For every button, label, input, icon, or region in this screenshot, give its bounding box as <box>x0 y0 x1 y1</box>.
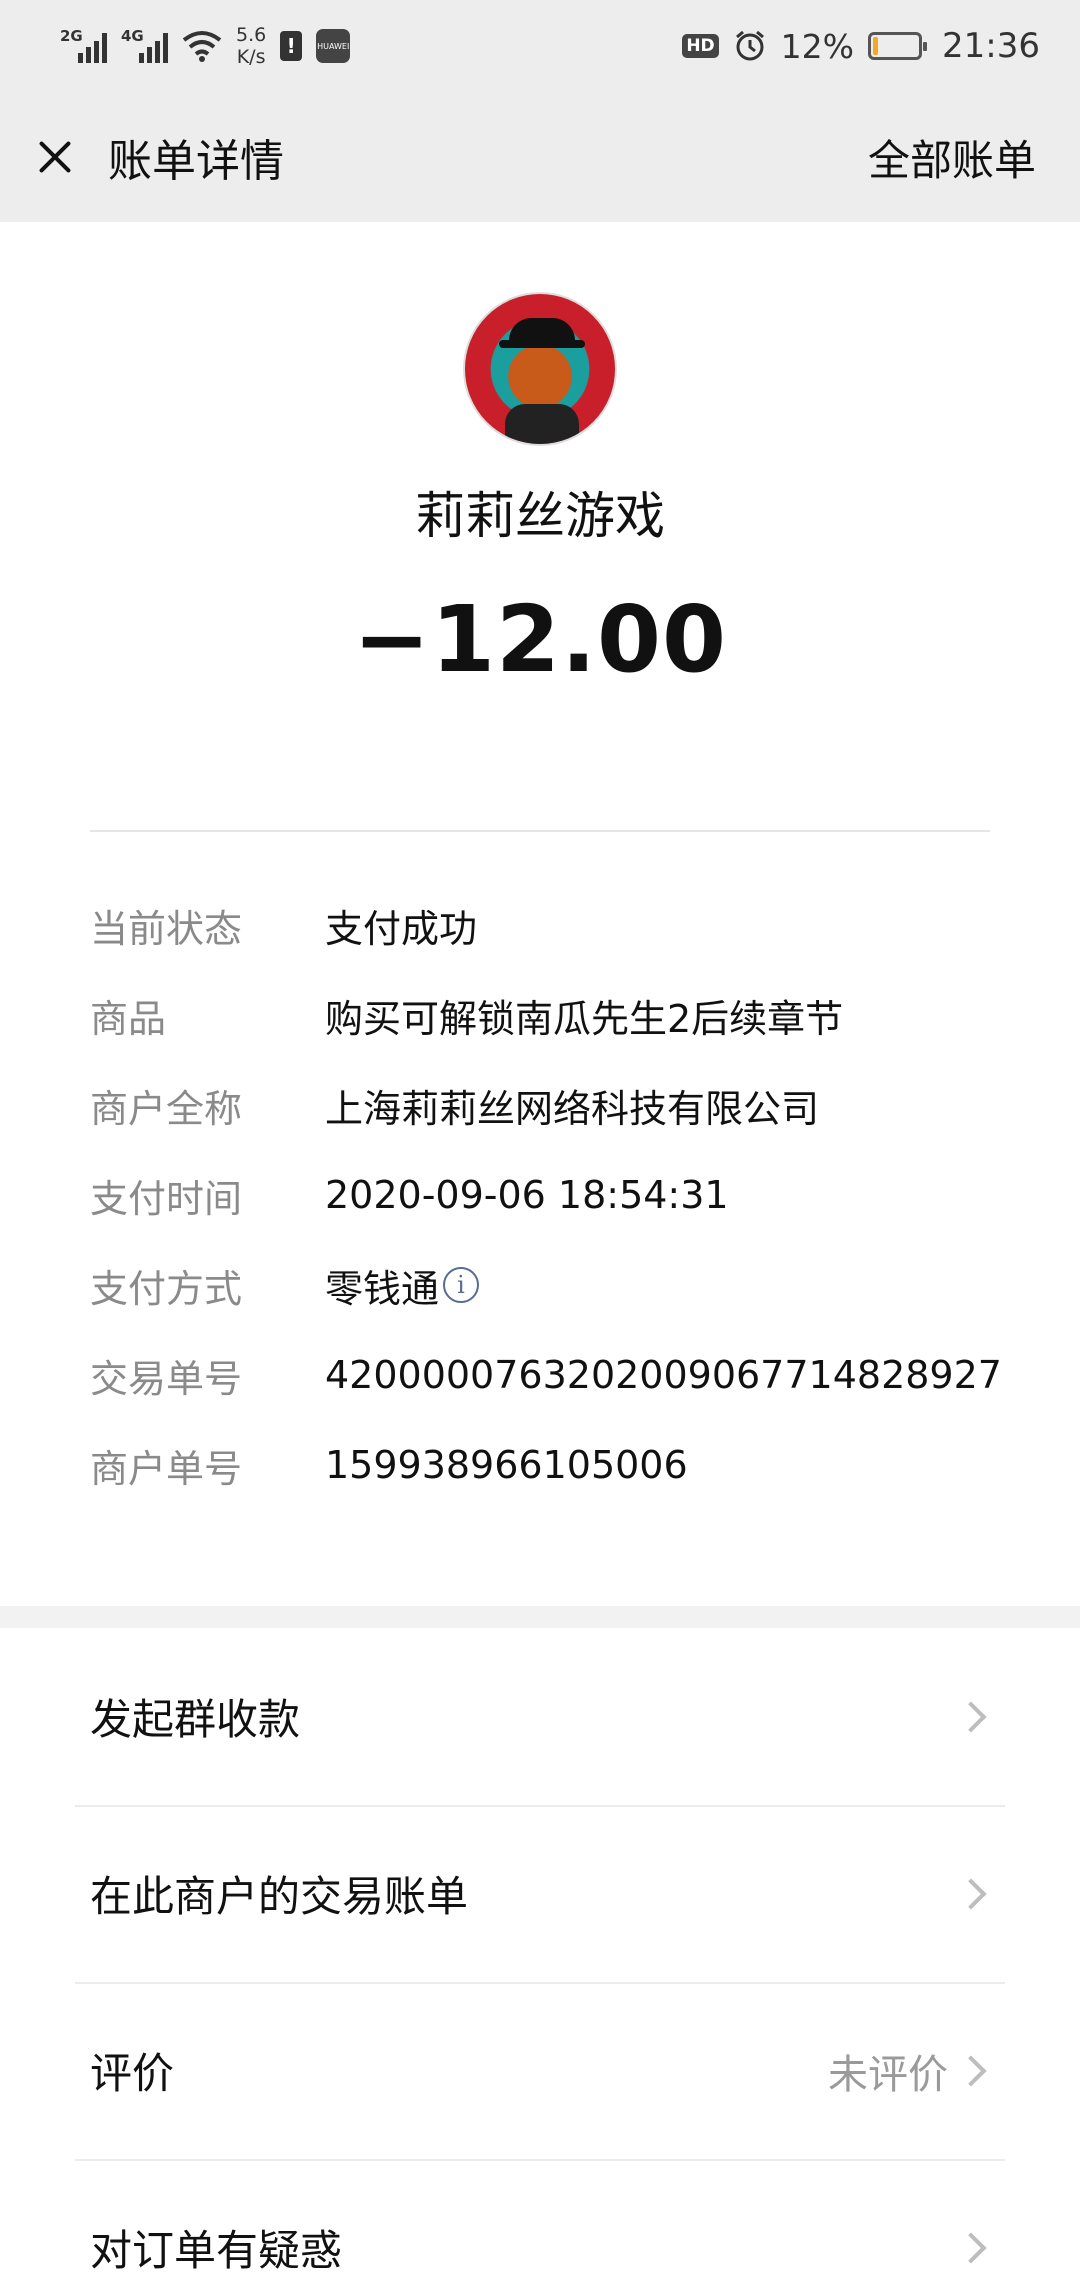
detail-value: 159938966105006 <box>325 1443 688 1487</box>
signal-2g-icon: 2G <box>60 27 107 63</box>
menu-item-right: 未评价 <box>828 2042 990 2100</box>
notification-alert-glyph: ! <box>286 34 296 58</box>
menu-item-label: 发起群收款 <box>90 1695 301 1744</box>
detail-row-payment-method: 支付方式 零钱通 i <box>90 1240 1010 1330</box>
nav-left: 账单详情 <box>30 125 284 189</box>
section-gap <box>0 1606 1080 1628</box>
detail-row-transaction-id: 交易单号 4200000763202009067714828927 <box>90 1330 1010 1420</box>
signal-4g-icon: 4G <box>121 27 168 63</box>
review-status: 未评价 <box>828 2051 948 2098</box>
wifi-icon <box>182 31 222 62</box>
network-type-label: 2G <box>60 27 83 45</box>
menu-item-label: 评价 <box>90 2049 175 2098</box>
network-type-label: 4G <box>121 27 144 45</box>
huawei-app-label: HUAWEI <box>317 41 350 51</box>
battery-level-fill <box>873 37 879 55</box>
payment-amount: −12.00 <box>352 586 728 693</box>
detail-value: 购买可解锁南瓜先生2后续章节 <box>325 996 844 1041</box>
detail-label: 当前状态 <box>90 906 243 951</box>
info-icon[interactable]: i <box>443 1267 480 1303</box>
huawei-app-icon: HUAWEI <box>316 29 351 63</box>
detail-label: 商品 <box>90 996 167 1041</box>
avatar-brim-shape <box>499 340 585 348</box>
header-divider <box>90 830 990 832</box>
menu-item-right <box>955 1700 990 1733</box>
hd-icon: HD <box>682 34 719 58</box>
detail-row-payment-time: 支付时间 2020-09-06 18:54:31 <box>90 1150 1010 1240</box>
detail-label: 支付方式 <box>90 1266 243 1311</box>
chevron-right-icon <box>955 1700 987 1733</box>
menu-item-right <box>955 2231 990 2264</box>
bill-details: 当前状态 支付成功 商品 购买可解锁南瓜先生2后续章节 商户全称 上海莉莉丝网络… <box>90 880 1010 1510</box>
detail-value: 4200000763202009067714828927 <box>325 1353 1002 1397</box>
detail-row-merchant-full-name: 商户全称 上海莉莉丝网络科技有限公司 <box>90 1060 1010 1150</box>
alarm-icon <box>735 30 764 61</box>
battery-percent: 12% <box>780 26 855 66</box>
detail-value: 支付成功 <box>325 906 478 951</box>
page-title: 账单详情 <box>108 136 284 187</box>
menu-item-label: 在此商户的交易账单 <box>90 1872 469 1921</box>
chevron-right-icon <box>955 1877 987 1910</box>
close-icon[interactable] <box>30 132 80 182</box>
payment-method-text: 零钱通 <box>325 1266 440 1311</box>
status-bar: 2G 4G 5.6 K/s ! HUAWEI HD 12% 21:36 <box>0 0 1080 92</box>
notification-alert-icon: ! <box>280 31 303 61</box>
detail-label: 商户单号 <box>90 1446 243 1491</box>
detail-label: 商户全称 <box>90 1086 243 1131</box>
menu-item-review[interactable]: 评价 未评价 <box>0 1982 1080 2159</box>
detail-row-merchant-order-id: 商户单号 159938966105006 <box>90 1420 1010 1510</box>
detail-value: 2020-09-06 18:54:31 <box>325 1173 729 1217</box>
chevron-right-icon <box>955 2231 987 2264</box>
merchant-header: 莉莉丝游戏 −12.00 <box>0 222 1080 693</box>
merchant-avatar <box>463 292 617 446</box>
menu-item-label: 对订单有疑惑 <box>90 2226 343 2275</box>
detail-row-product: 商品 购买可解锁南瓜先生2后续章节 <box>90 970 1010 1060</box>
battery-icon <box>868 32 928 60</box>
clock-time: 21:36 <box>942 26 1040 66</box>
detail-value-with-icon: 零钱通 i <box>325 1258 480 1313</box>
status-right: HD 12% 21:36 <box>682 26 1040 66</box>
avatar-body-shape <box>505 404 579 444</box>
action-menu: 发起群收款 在此商户的交易账单 评价 未评价 对订单有疑惑 <box>0 1628 1080 2280</box>
menu-item-merchant-bills[interactable]: 在此商户的交易账单 <box>0 1805 1080 1982</box>
detail-label: 支付时间 <box>90 1176 243 1221</box>
network-speed-value: 5.6 <box>236 24 267 46</box>
menu-item-group-collect[interactable]: 发起群收款 <box>0 1628 1080 1805</box>
network-speed: 5.6 K/s <box>236 24 266 68</box>
detail-row-status: 当前状态 支付成功 <box>90 880 1010 970</box>
detail-label: 交易单号 <box>90 1356 243 1401</box>
merchant-name: 莉莉丝游戏 <box>415 487 665 545</box>
menu-item-right <box>955 1877 990 1910</box>
network-speed-unit: K/s <box>236 46 266 68</box>
menu-item-order-question[interactable]: 对订单有疑惑 <box>0 2159 1080 2280</box>
detail-value: 上海莉莉丝网络科技有限公司 <box>325 1086 820 1131</box>
navigation-bar: 账单详情 全部账单 <box>0 92 1080 222</box>
all-bills-link[interactable]: 全部账单 <box>868 127 1036 188</box>
status-left: 2G 4G 5.6 K/s ! HUAWEI <box>60 24 351 68</box>
chevron-right-icon <box>955 2054 987 2087</box>
